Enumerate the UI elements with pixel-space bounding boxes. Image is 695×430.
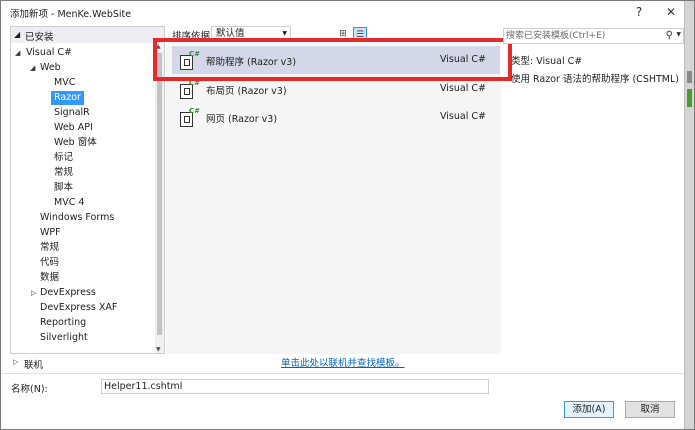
tree-item-razor[interactable]: Razor [51, 91, 84, 105]
name-field[interactable] [101, 379, 489, 394]
installed-header[interactable]: ◢ 已安装 [11, 27, 164, 43]
background-window-edge [684, 1, 694, 429]
edge-marker [687, 71, 692, 83]
search-icon[interactable]: ⚲ [666, 30, 673, 41]
help-button[interactable]: ? [631, 4, 647, 20]
tree-item-devexpress-xaf[interactable]: DevExpress XAF [40, 301, 117, 315]
tree-item-data[interactable]: 数据 [40, 271, 59, 285]
template-list: C# 帮助程序 (Razor v3) Visual C# C# 布局页 (Raz… [166, 43, 501, 354]
name-label: 名称(N): [11, 384, 48, 395]
collapsed-caret-icon[interactable]: ▷ [31, 289, 36, 297]
tree-item-reporting[interactable]: Reporting [40, 316, 86, 330]
cancel-button[interactable]: 取消 [625, 401, 675, 418]
tree-item-code[interactable]: 代码 [40, 256, 59, 270]
tree-item-signalr[interactable]: SignalR [54, 106, 90, 120]
collapse-arrow-icon: ◢ [14, 30, 21, 39]
tree-item-web[interactable]: Web [40, 61, 61, 75]
close-button[interactable]: ✕ [663, 4, 679, 20]
title-bar: 添加新项 - MenKe.WebSite ? ✕ [1, 1, 686, 23]
description-text: 使用 Razor 语法的帮助程序 (CSHTML) [511, 74, 679, 85]
tree-item-visual-csharp[interactable]: Visual C# [26, 46, 72, 60]
template-name: 布局页 (Razor v3) [206, 86, 287, 97]
installed-label: 已安装 [25, 32, 54, 43]
collapsed-caret-icon: ▷ [13, 358, 19, 366]
chevron-down-icon[interactable]: ▼ [676, 31, 681, 38]
razor-file-icon: C# [180, 107, 200, 127]
add-new-item-dialog: 添加新项 - MenKe.WebSite ? ✕ ◢ 已安装 ◢ Visual … [0, 0, 695, 430]
tree-item-mvc[interactable]: MVC [54, 76, 75, 90]
template-item-webpage[interactable]: C# 网页 (Razor v3) Visual C# [172, 103, 500, 131]
add-button[interactable]: 添加(A) [564, 401, 614, 418]
template-language: Visual C# [440, 111, 486, 122]
tree-scrollbar[interactable]: ▲ ▼ [155, 43, 164, 353]
tree-item-windows-forms[interactable]: Windows Forms [40, 211, 114, 225]
highlight-annotation-box [153, 38, 512, 81]
tree-item-web-api[interactable]: Web API [54, 121, 93, 135]
expanded-caret-icon[interactable]: ◢ [15, 49, 20, 57]
online-templates-link[interactable]: 单击此处以联机并查找模板。 [281, 355, 405, 369]
tree-item-general-2[interactable]: 常规 [40, 241, 59, 255]
search-input[interactable] [506, 29, 656, 43]
tree-item-devexpress[interactable]: DevExpress [40, 286, 96, 300]
search-box[interactable]: ⚲ ▼ [503, 28, 684, 44]
tree-item-web-forms[interactable]: Web 窗体 [54, 136, 97, 150]
tree-item-mvc4[interactable]: MVC 4 [54, 196, 84, 210]
edge-marker-green [687, 89, 692, 107]
category-tree: ◢ 已安装 ◢ Visual C# ◢ Web MVC Razor Signal… [10, 26, 165, 354]
tree-item-online[interactable]: ▷ 联机 [10, 356, 165, 371]
tree-item-markup[interactable]: 标记 [54, 151, 73, 165]
bottom-bar: 名称(N): 添加(A) 取消 [1, 373, 686, 429]
scroll-thumb[interactable] [157, 53, 162, 335]
tree-item-script[interactable]: 脚本 [54, 181, 73, 195]
window-title: 添加新项 - MenKe.WebSite [10, 9, 132, 20]
tree-item-wpf[interactable]: WPF [40, 226, 61, 240]
expanded-caret-icon[interactable]: ◢ [30, 64, 35, 72]
type-text: 类型: Visual C# [511, 56, 583, 67]
scroll-down-icon[interactable]: ▼ [156, 346, 161, 353]
tree-item-general[interactable]: 常规 [54, 166, 73, 180]
online-label: 联机 [24, 360, 44, 371]
tree-item-silverlight[interactable]: Silverlight [40, 331, 88, 345]
razor-file-icon: C# [180, 79, 200, 99]
template-language: Visual C# [440, 83, 486, 94]
template-name: 网页 (Razor v3) [206, 114, 278, 125]
